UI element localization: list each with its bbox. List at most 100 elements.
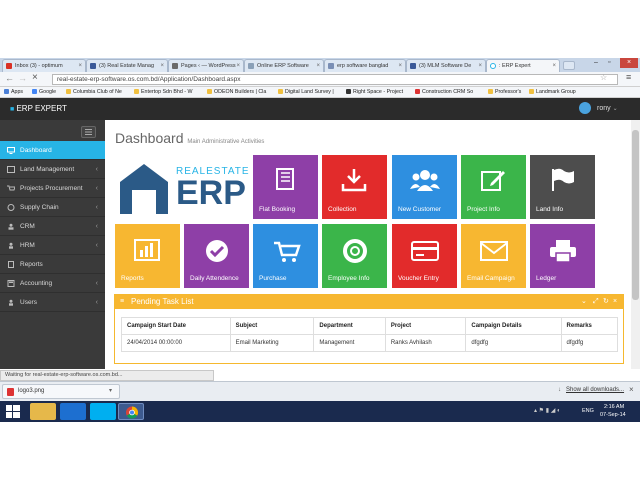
tile-land-info[interactable]: Land Info — [530, 155, 595, 219]
house-logo-icon — [120, 164, 168, 214]
browser-tab-active[interactable]: : ERP Expert × — [486, 59, 560, 72]
tile-daily-attendence[interactable]: Daily Attendence — [184, 224, 249, 288]
bookmark-item[interactable]: Google — [32, 88, 56, 97]
show-all-downloads-link[interactable]: Show all downloads... — [566, 387, 624, 393]
maximize-button[interactable]: ▫ — [608, 59, 618, 67]
forward-icon[interactable]: → — [18, 73, 27, 83]
cart-icon — [7, 185, 15, 191]
close-icon[interactable]: × — [613, 295, 617, 309]
column-header[interactable]: Subject — [229, 317, 315, 335]
bookmark-item[interactable]: Entertop Sdn Bhd - W — [134, 88, 193, 97]
chevron-left-icon: ‹ — [95, 204, 98, 211]
bookmark-item[interactable]: Columbia Club of Ne — [66, 88, 122, 97]
tray-icons[interactable]: ▴ ⚑ ▮ ◢ ◐ — [534, 407, 561, 414]
printer-icon — [550, 240, 576, 263]
tile-reports[interactable]: Reports — [115, 224, 180, 288]
bookmark-item[interactable]: Landmark Group — [529, 88, 576, 97]
tile-employee-info[interactable]: Employee Info — [322, 224, 387, 288]
bookmark-item[interactable]: ODEON Builders | Cla — [207, 88, 266, 97]
gmail-icon — [6, 63, 12, 69]
browser-tab[interactable]: erp software banglad × — [324, 59, 406, 72]
tile-voucher-entry[interactable]: Voucher Entry — [392, 224, 457, 288]
chrome-icon[interactable] — [118, 403, 144, 420]
table-row[interactable]: 24/04/2014 00:00:00 Email Marketing Mana… — [121, 334, 619, 352]
back-icon[interactable]: ← — [5, 73, 14, 83]
bookmark-item[interactable]: Construction CRM So — [415, 88, 473, 97]
clock-date[interactable]: 07-Sep-14 — [600, 412, 626, 418]
chevron-down-icon[interactable]: ⌄ — [581, 295, 587, 309]
close-icon[interactable]: × — [78, 60, 82, 72]
internet-explorer-icon[interactable] — [60, 403, 86, 420]
panel-header: ≡ Pending Task List ⌄ ⤢ ↻ × — [115, 295, 623, 309]
browser-tab[interactable]: Online ERP Software × — [244, 59, 324, 72]
browser-tab[interactable]: Pages ‹ — WordPress × — [168, 59, 244, 72]
clock-time[interactable]: 2:16 AM — [604, 404, 624, 410]
tile-email-campaign[interactable]: Email Campaign — [461, 224, 526, 288]
new-tab-button[interactable] — [563, 61, 575, 70]
bookmark-item[interactable]: Professor's — [488, 88, 521, 97]
language-indicator[interactable]: ENG — [582, 408, 594, 414]
close-icon[interactable]: × — [478, 60, 482, 72]
sidebar-item-land-management[interactable]: Land Management ‹ — [0, 160, 105, 179]
skype-icon[interactable] — [90, 403, 116, 420]
tile-purchase[interactable]: Purchase — [253, 224, 318, 288]
sidebar-item-accounting[interactable]: Accounting ‹ — [0, 274, 105, 293]
avatar[interactable] — [579, 102, 591, 114]
close-icon[interactable]: × — [316, 60, 320, 72]
chevron-down-icon[interactable]: ▾ — [109, 387, 112, 394]
sidebar-item-hrm[interactable]: HRM ‹ — [0, 236, 105, 255]
bookmark-item[interactable]: Right Space - Project — [346, 88, 403, 97]
sidebar-item-reports[interactable]: Reports — [0, 255, 105, 274]
bookmark-item[interactable]: Digital Land Survey | — [278, 88, 334, 97]
star-icon[interactable]: ☆ — [600, 73, 607, 82]
browser-tab[interactable]: (3) MLM Software De × — [406, 59, 486, 72]
minimize-button[interactable]: – — [594, 59, 604, 67]
address-bar[interactable]: real-estate-erp-software.os.com.bd/Appli… — [52, 74, 618, 85]
download-icon — [341, 169, 367, 192]
stop-icon[interactable]: × — [32, 72, 38, 83]
sidebar-item-dashboard[interactable]: Dashboard — [0, 141, 105, 160]
column-header[interactable]: Campaign Details — [465, 317, 562, 335]
window-close-button[interactable]: × — [620, 58, 638, 68]
close-icon[interactable]: × — [160, 60, 164, 72]
tile-project-info[interactable]: Project Info — [461, 155, 526, 219]
sidebar-item-crm[interactable]: CRM ‹ — [0, 217, 105, 236]
folder-icon — [278, 89, 283, 94]
sidebar-item-supply-chain[interactable]: Supply Chain ‹ — [0, 198, 105, 217]
column-header[interactable]: Campaign Start Date — [121, 317, 231, 335]
windows-start-icon[interactable] — [6, 405, 20, 420]
tile-new-customer[interactable]: New Customer — [392, 155, 457, 219]
chevron-left-icon: ‹ — [95, 185, 98, 192]
file-explorer-icon[interactable] — [30, 403, 56, 420]
close-icon[interactable]: × — [629, 385, 634, 394]
refresh-icon[interactable]: ↻ — [603, 295, 609, 309]
page-title: Dashboard Main Administrative Activities — [115, 130, 265, 146]
sidebar-toggle-button[interactable] — [81, 126, 96, 138]
browser-tab[interactable]: (3) Real Estate Manag × — [86, 59, 168, 72]
expand-icon[interactable]: ⤢ — [593, 295, 599, 309]
brand-logo[interactable]: ■ ERP EXPERT — [10, 103, 67, 116]
chevron-left-icon: ‹ — [95, 223, 98, 230]
scrollbar-thumb[interactable] — [632, 130, 639, 300]
close-icon[interactable]: × — [236, 60, 240, 72]
tile-ledger[interactable]: Ledger — [530, 224, 595, 288]
page-scrollbar[interactable] — [631, 120, 640, 369]
bookmark-item[interactable]: Apps — [4, 88, 23, 97]
sidebar-item-projects-procurement[interactable]: Projects Procurement ‹ — [0, 179, 105, 198]
column-header[interactable]: Remarks — [560, 317, 619, 335]
users-icon — [410, 170, 440, 191]
calculator-icon — [7, 280, 15, 287]
folder-icon — [66, 89, 71, 94]
column-header[interactable]: Department — [313, 317, 386, 335]
user-menu[interactable]: rony ⌄ — [597, 103, 618, 115]
tile-collection[interactable]: Collection — [322, 155, 387, 219]
table-cell: dfgdfg — [560, 334, 619, 352]
column-header[interactable]: Project — [384, 317, 467, 335]
tile-flat-booking[interactable]: Flat Booking — [253, 155, 318, 219]
close-icon[interactable]: × — [398, 60, 402, 72]
browser-tab[interactable]: Inbox (3) - optimum × — [2, 59, 86, 72]
sidebar-item-users[interactable]: Users ‹ — [0, 293, 105, 312]
download-item[interactable]: logo3.png ▾ — [2, 384, 120, 399]
menu-icon[interactable]: ≡ — [626, 72, 631, 82]
close-icon[interactable]: × — [552, 60, 556, 72]
